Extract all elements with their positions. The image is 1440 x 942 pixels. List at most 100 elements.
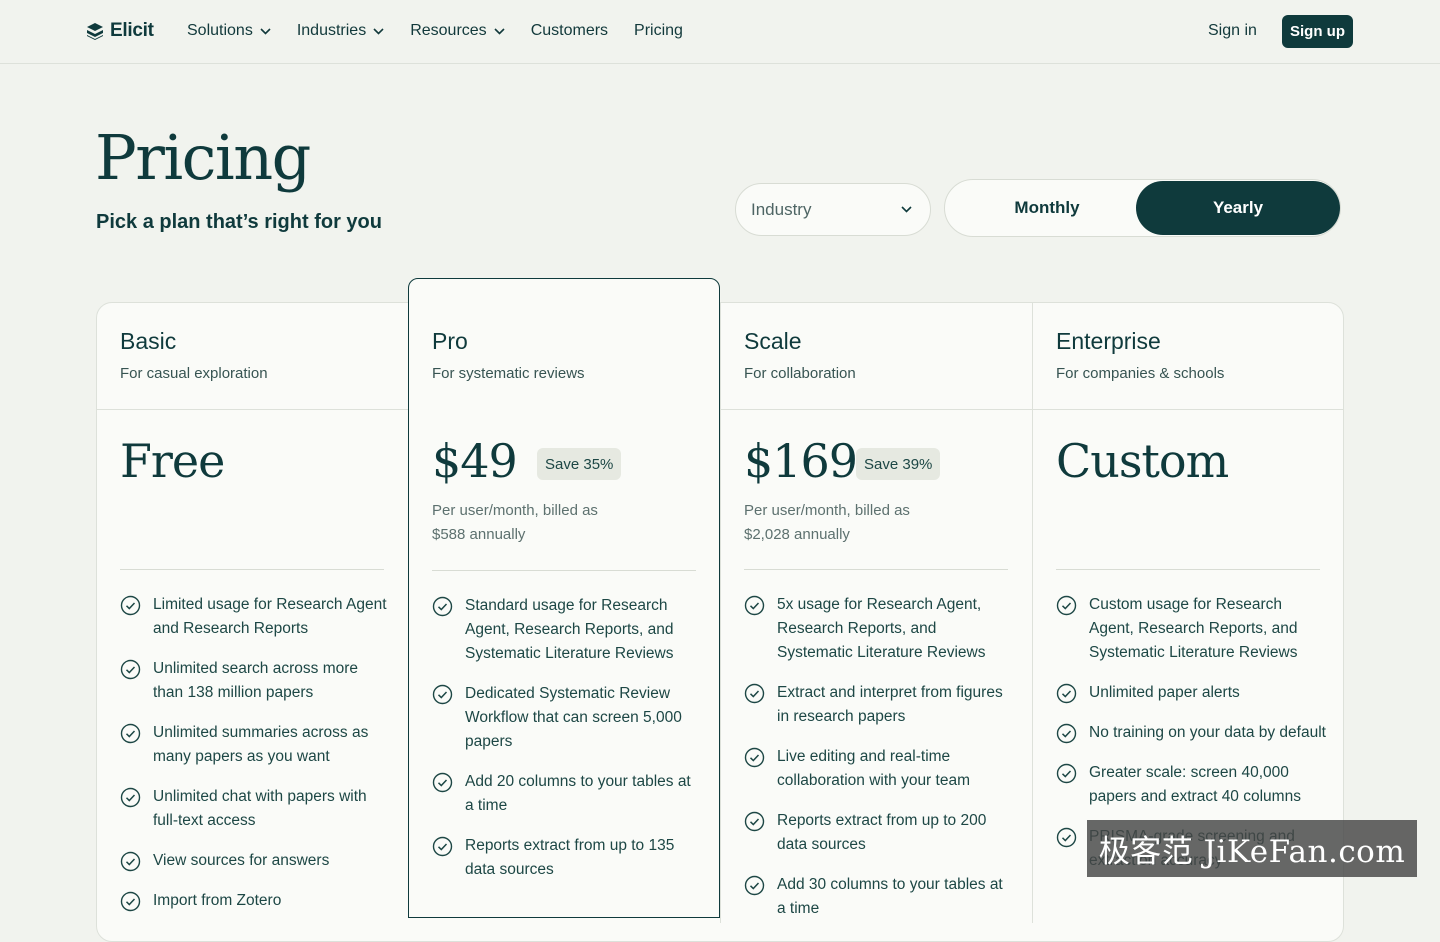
feature-item: Unlimited paper alerts xyxy=(1056,681,1326,705)
logo-text: Elicit xyxy=(110,20,154,41)
feature-item: Add 20 columns to your tables at a time xyxy=(432,770,702,818)
divider xyxy=(120,569,384,570)
check-circle-icon xyxy=(744,811,765,832)
feature-text: Standard usage for Research Agent, Resea… xyxy=(465,597,674,662)
elicit-logo[interactable]: Elicit xyxy=(86,20,154,42)
check-circle-icon xyxy=(432,836,453,857)
check-circle-icon xyxy=(120,659,141,680)
elicit-logo-icon xyxy=(87,23,103,40)
divider xyxy=(744,569,1008,570)
feature-item: View sources for answers xyxy=(120,849,390,873)
plan-name: Scale xyxy=(744,328,802,354)
nav-label: Solutions xyxy=(187,22,253,39)
feature-text: Add 30 columns to your tables at a time xyxy=(777,876,1003,917)
feature-text: Add 20 columns to your tables at a time xyxy=(465,773,691,814)
plan-price: Custom xyxy=(1056,434,1229,488)
feature-text: Dedicated Systematic Review Workflow tha… xyxy=(465,685,682,750)
plan-tagline: For casual exploration xyxy=(120,365,268,382)
plan-name: Basic xyxy=(120,328,177,354)
plan-name: Enterprise xyxy=(1056,328,1161,354)
check-circle-icon xyxy=(120,851,141,872)
nav-links: Solutions Industries Resources Customers… xyxy=(187,22,709,40)
check-circle-icon xyxy=(744,747,765,768)
check-circle-icon xyxy=(1056,763,1077,784)
feature-text: No training on your data by default xyxy=(1089,724,1326,741)
check-circle-icon xyxy=(120,595,141,616)
page-title: Pricing xyxy=(95,121,311,194)
nav-solutions[interactable]: Solutions xyxy=(187,22,271,40)
nav-label: Industries xyxy=(296,22,367,39)
billing-toggle: Monthly Yearly xyxy=(944,179,1341,237)
check-circle-icon xyxy=(120,787,141,808)
save-badge: Save 35% xyxy=(537,448,622,480)
feature-text: Reports extract from up to 135 data sour… xyxy=(465,837,675,878)
check-circle-icon xyxy=(120,723,141,744)
feature-item: Add 30 columns to your tables at a time xyxy=(744,873,1014,921)
feature-text: Unlimited paper alerts xyxy=(1089,684,1240,701)
feature-item: Dedicated Systematic Review Workflow tha… xyxy=(432,682,702,754)
feature-list: Standard usage for Research Agent, Resea… xyxy=(432,594,702,898)
check-circle-icon xyxy=(1056,595,1077,616)
nav-pricing[interactable]: Pricing xyxy=(634,22,683,40)
plan-name: Pro xyxy=(432,328,468,354)
check-circle-icon xyxy=(1056,723,1077,744)
chevron-down-icon xyxy=(901,206,912,213)
feature-item: Unlimited chat with papers with full-tex… xyxy=(120,785,390,833)
feature-item: Limited usage for Research Agent and Res… xyxy=(120,593,390,641)
feature-item: Extract and interpret from figures in re… xyxy=(744,681,1014,729)
plan-tagline: For systematic reviews xyxy=(432,365,585,382)
chevron-down-icon xyxy=(373,27,384,35)
billing-note: Per user/month, billed as $588 annually xyxy=(432,502,598,543)
plan-price: $169 xyxy=(744,434,858,488)
nav-customers[interactable]: Customers xyxy=(531,22,608,40)
check-circle-icon xyxy=(432,684,453,705)
watermark: 极客范 JiKeFan.com xyxy=(1087,820,1417,877)
sign-up-button[interactable]: Sign up xyxy=(1282,15,1353,48)
check-circle-icon xyxy=(120,891,141,912)
feature-text: Limited usage for Research Agent and Res… xyxy=(153,596,387,637)
plan-price: $49 xyxy=(432,434,518,488)
sign-in-link[interactable]: Sign in xyxy=(1208,22,1257,40)
nav-label: Pricing xyxy=(634,22,683,39)
feature-text: View sources for answers xyxy=(153,852,330,869)
feature-list: Limited usage for Research Agent and Res… xyxy=(120,593,390,929)
toggle-yearly[interactable]: Yearly xyxy=(1136,181,1340,235)
feature-text: Reports extract from up to 200 data sour… xyxy=(777,812,987,853)
feature-item: Live editing and real-time collaboration… xyxy=(744,745,1014,793)
feature-item: Import from Zotero xyxy=(120,889,390,913)
top-nav: Elicit Solutions Industries Resources Cu… xyxy=(0,0,1440,64)
check-circle-icon xyxy=(432,596,453,617)
feature-item: Standard usage for Research Agent, Resea… xyxy=(432,594,702,666)
feature-text: Unlimited search across more than 138 mi… xyxy=(153,660,359,701)
check-circle-icon xyxy=(744,683,765,704)
feature-text: Live editing and real-time collaboration… xyxy=(777,748,970,789)
feature-item: Reports extract from up to 135 data sour… xyxy=(432,834,702,882)
feature-text: Greater scale: screen 40,000 papers and … xyxy=(1089,764,1301,805)
plan-tagline: For companies & schools xyxy=(1056,365,1225,382)
industry-select[interactable]: Industry xyxy=(735,183,931,236)
nav-label: Customers xyxy=(530,22,609,39)
save-badge: Save 39% xyxy=(856,448,941,480)
feature-item: 5x usage for Research Agent, Research Re… xyxy=(744,593,1014,665)
chevron-down-icon xyxy=(260,27,271,35)
feature-list: 5x usage for Research Agent, Research Re… xyxy=(744,593,1014,937)
feature-text: Import from Zotero xyxy=(153,892,282,909)
check-circle-icon xyxy=(744,595,765,616)
feature-text: Custom usage for Research Agent, Researc… xyxy=(1089,596,1298,661)
check-circle-icon xyxy=(1056,827,1077,848)
check-circle-icon xyxy=(1056,683,1077,704)
nav-label: Resources xyxy=(410,22,487,39)
nav-industries[interactable]: Industries xyxy=(297,22,384,40)
feature-item: Reports extract from up to 200 data sour… xyxy=(744,809,1014,857)
page-subtitle: Pick a plan that’s right for you xyxy=(96,211,382,233)
feature-text: 5x usage for Research Agent, Research Re… xyxy=(777,596,986,661)
feature-text: Unlimited chat with papers with full-tex… xyxy=(153,788,367,829)
feature-item: Unlimited summaries across as many paper… xyxy=(120,721,390,769)
check-circle-icon xyxy=(432,772,453,793)
plan-price: Free xyxy=(120,434,225,488)
feature-item: Unlimited search across more than 138 mi… xyxy=(120,657,390,705)
divider xyxy=(720,303,721,923)
toggle-monthly[interactable]: Monthly xyxy=(945,181,1149,235)
nav-resources[interactable]: Resources xyxy=(410,22,505,40)
divider xyxy=(1032,303,1033,923)
